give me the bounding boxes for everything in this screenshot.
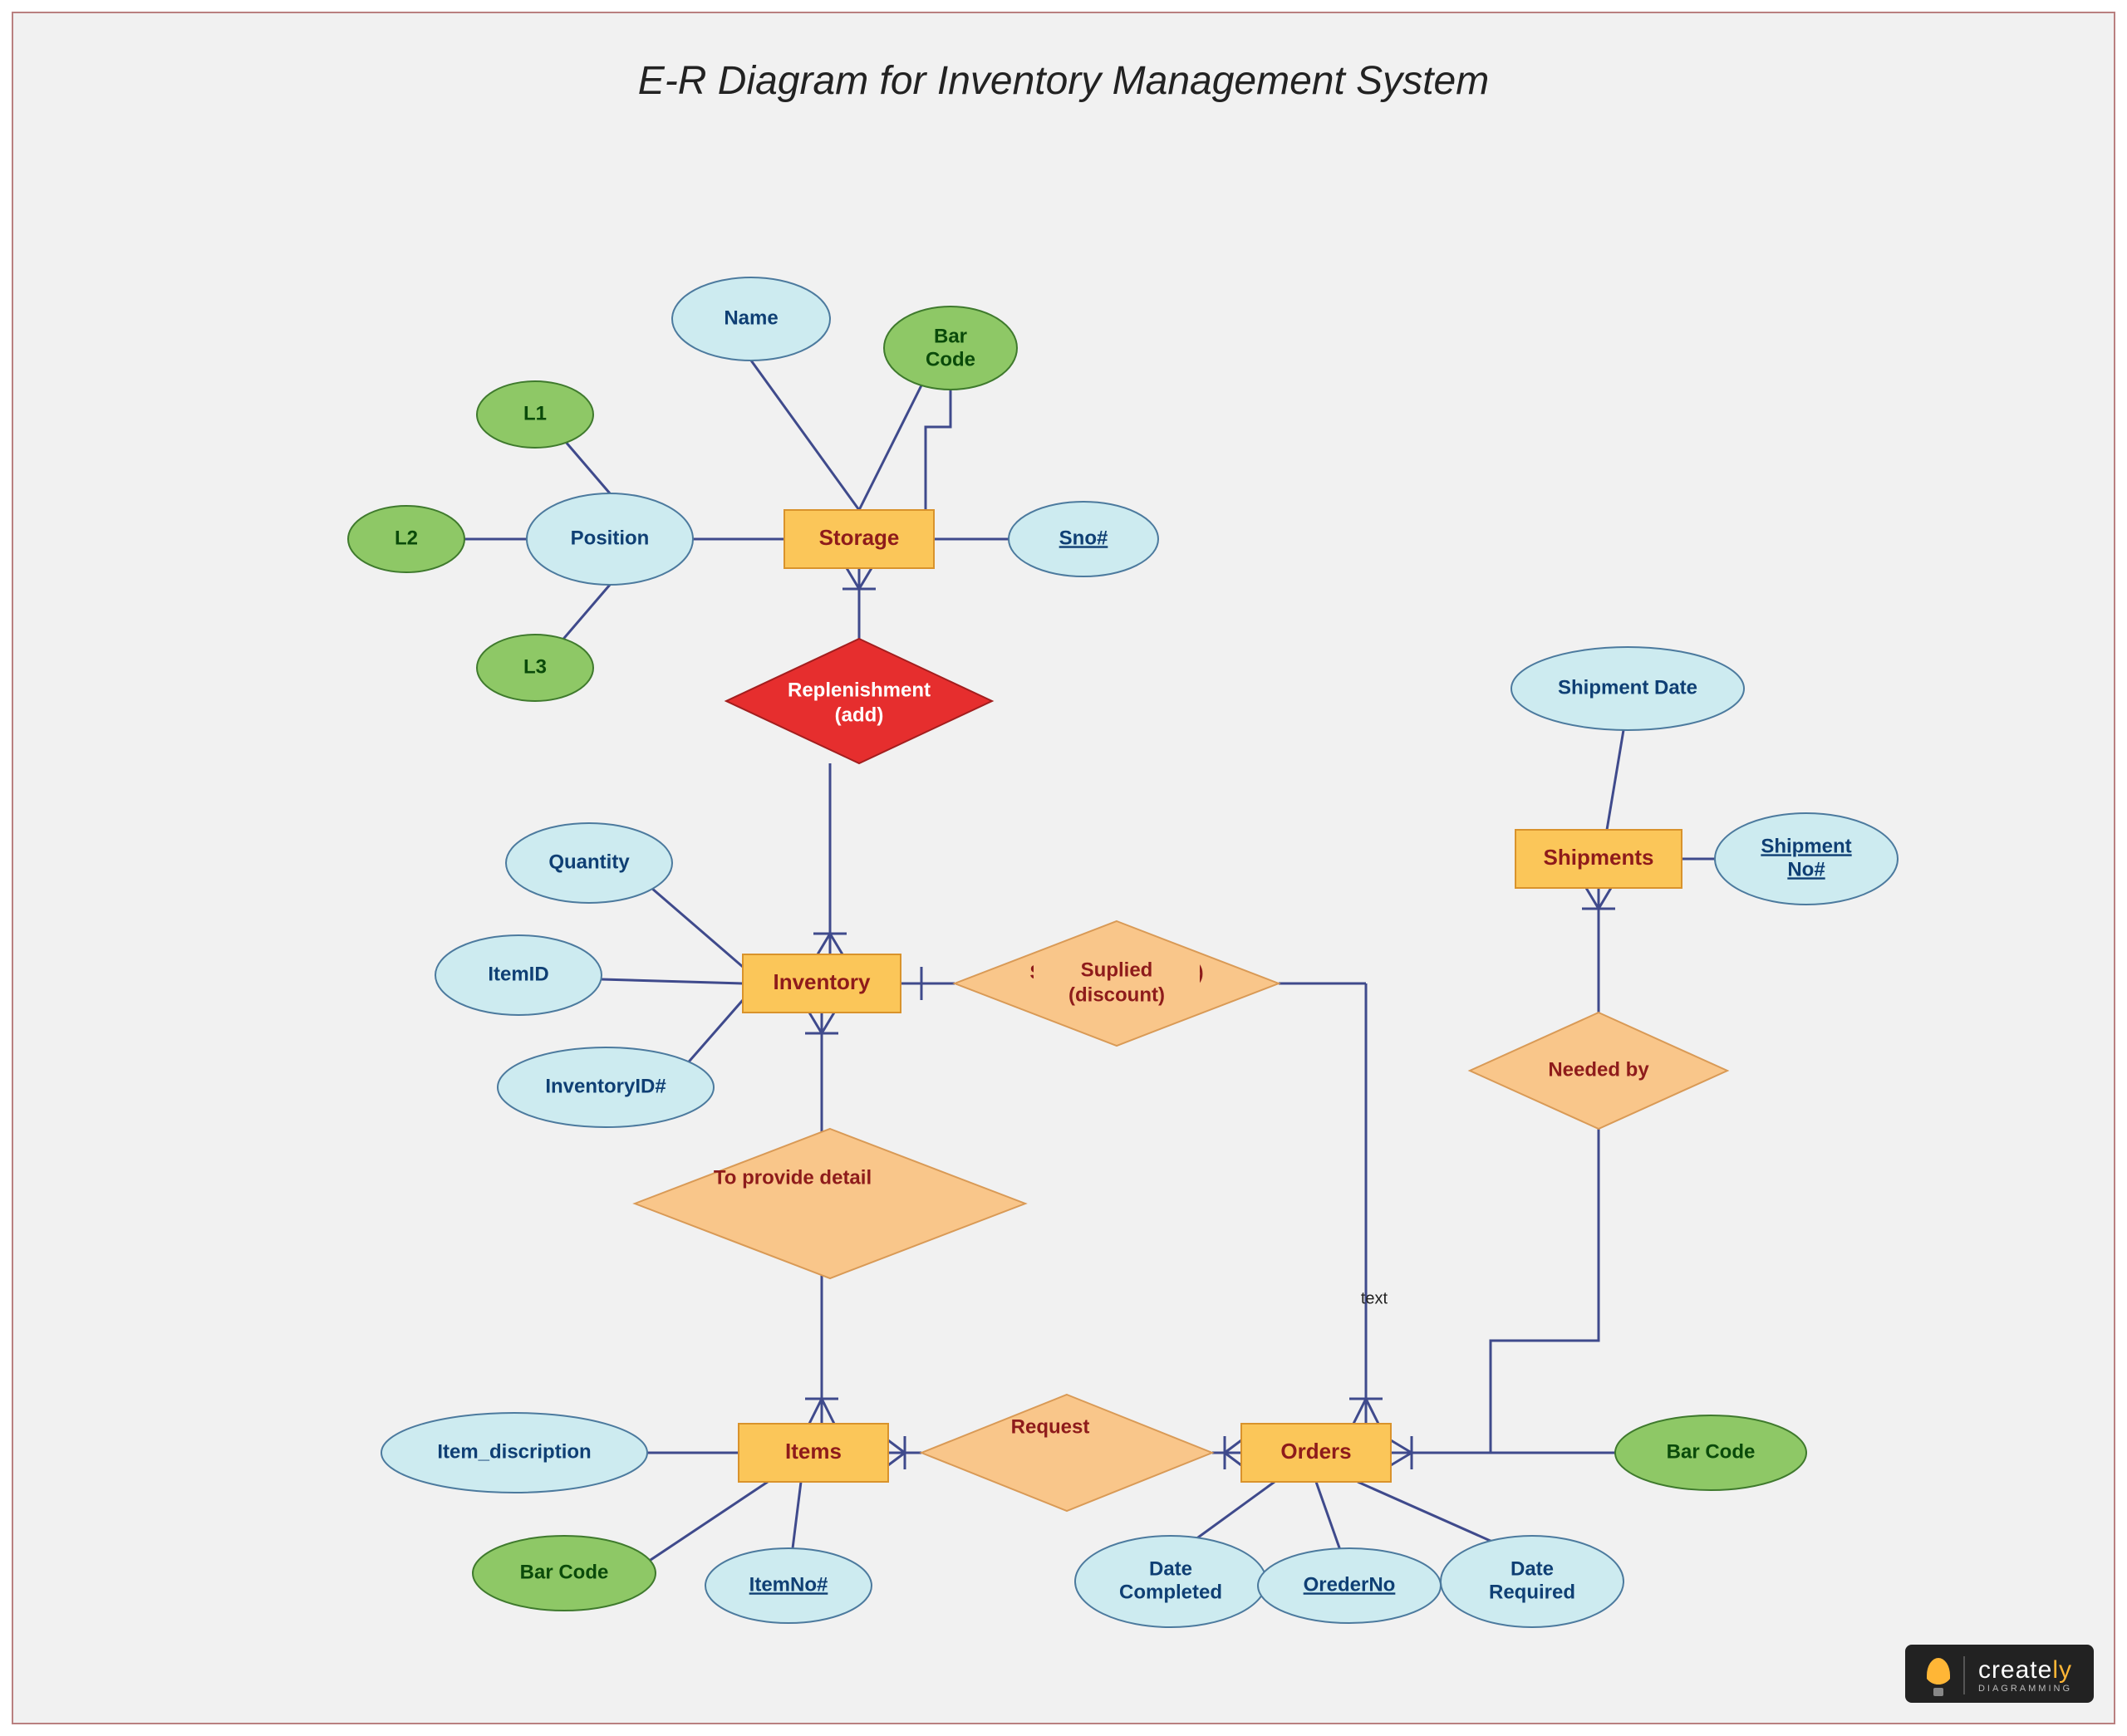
svg-text:Orders: Orders xyxy=(1280,1439,1351,1464)
attr-itemid: ItemID xyxy=(435,935,602,1015)
svg-text:Date: Date xyxy=(1511,1557,1554,1580)
svg-text:(add): (add) xyxy=(835,704,884,726)
entity-orders: Orders xyxy=(1241,1424,1391,1482)
svg-text:Needed by: Needed by xyxy=(1548,1058,1649,1081)
entity-inventory: Inventory xyxy=(743,954,901,1013)
svg-text:ItemID: ItemID xyxy=(488,963,548,985)
attr-l1: L1 xyxy=(477,381,593,448)
attr-name: Name xyxy=(672,277,830,360)
entity-shipments: Shipments xyxy=(1515,830,1682,888)
attr-barcode-items: Bar Code xyxy=(473,1536,656,1611)
creately-logo: creately Diagramming xyxy=(1905,1645,2094,1703)
entity-storage: Storage xyxy=(784,510,934,568)
attr-datereq: Date Required xyxy=(1441,1536,1623,1627)
rel-neededby: Needed by xyxy=(1470,1013,1727,1129)
rel-replenishment: Replenishment (add) xyxy=(726,639,992,763)
svg-text:Items: Items xyxy=(785,1439,842,1464)
svg-text:Sno#: Sno# xyxy=(1059,527,1108,549)
logo-separator xyxy=(1963,1656,1965,1694)
attr-barcode-storage: Bar Code xyxy=(884,306,1017,390)
svg-text:(discount): (discount) xyxy=(1068,983,1165,1006)
svg-text:OrederNo: OrederNo xyxy=(1304,1573,1396,1596)
svg-text:Bar Code: Bar Code xyxy=(1667,1440,1756,1463)
svg-text:Required: Required xyxy=(1489,1581,1575,1603)
svg-text:Name: Name xyxy=(724,306,778,329)
attr-shipdate: Shipment Date xyxy=(1511,647,1744,730)
lightbulb-icon xyxy=(1927,1658,1950,1693)
attr-orderno: OrederNo xyxy=(1258,1548,1441,1623)
svg-text:Inventory: Inventory xyxy=(773,969,871,994)
svg-text:Storage: Storage xyxy=(819,525,900,550)
edge-label-text: text xyxy=(1361,1289,1388,1307)
attr-sno: Sno# xyxy=(1009,502,1158,576)
svg-text:Position: Position xyxy=(571,527,650,549)
svg-text:No#: No# xyxy=(1787,858,1825,880)
svg-text:Shipment Date: Shipment Date xyxy=(1558,676,1697,699)
svg-text:ItemNo#: ItemNo# xyxy=(749,1573,828,1596)
svg-text:Replenishment: Replenishment xyxy=(788,679,931,701)
rel-supplied-labels: Suplied (discount) xyxy=(1034,954,1200,1013)
attr-itemno: ItemNo# xyxy=(705,1548,872,1623)
svg-text:Bar: Bar xyxy=(934,325,967,347)
svg-text:Bar Code: Bar Code xyxy=(520,1561,609,1583)
svg-text:Suplied: Suplied xyxy=(1081,959,1153,981)
svg-text:Completed: Completed xyxy=(1119,1581,1222,1603)
attr-barcode-orders: Bar Code xyxy=(1615,1415,1806,1490)
logo-tag: Diagramming xyxy=(1978,1685,2072,1694)
svg-text:Shipment: Shipment xyxy=(1761,835,1851,857)
attr-inventoryid: InventoryID# xyxy=(498,1047,714,1127)
attr-itemdesc: Item_discription xyxy=(381,1413,647,1493)
svg-text:L1: L1 xyxy=(523,402,547,424)
attr-l3: L3 xyxy=(477,635,593,701)
logo-brand: creately xyxy=(1978,1658,2072,1683)
attr-datecomp: Date Completed xyxy=(1075,1536,1266,1627)
rel-request: Request xyxy=(921,1395,1212,1511)
er-diagram-canvas: Replenishment (add) Suplied (discount) T… xyxy=(12,12,2115,1724)
svg-text:InventoryID#: InventoryID# xyxy=(545,1075,666,1097)
svg-text:L2: L2 xyxy=(395,527,418,549)
rel-provide: To provide detail xyxy=(635,1129,1025,1278)
svg-text:Code: Code xyxy=(926,348,975,370)
svg-text:Quantity: Quantity xyxy=(548,851,630,873)
svg-text:Date: Date xyxy=(1149,1557,1192,1580)
svg-text:Item_discription: Item_discription xyxy=(437,1440,591,1463)
attr-quantity: Quantity xyxy=(506,823,672,903)
relationships-group: Replenishment (add) Suplied (discount) T… xyxy=(635,639,1727,1511)
attr-shipno: Shipment No# xyxy=(1715,813,1898,905)
svg-text:Shipments: Shipments xyxy=(1544,845,1654,870)
svg-text:L3: L3 xyxy=(523,655,547,678)
svg-text:To provide detail: To provide detail xyxy=(714,1166,872,1189)
entity-items: Items xyxy=(739,1424,888,1482)
attr-position: Position xyxy=(527,493,693,585)
attr-l2: L2 xyxy=(348,506,464,572)
svg-text:Request: Request xyxy=(1011,1415,1090,1438)
